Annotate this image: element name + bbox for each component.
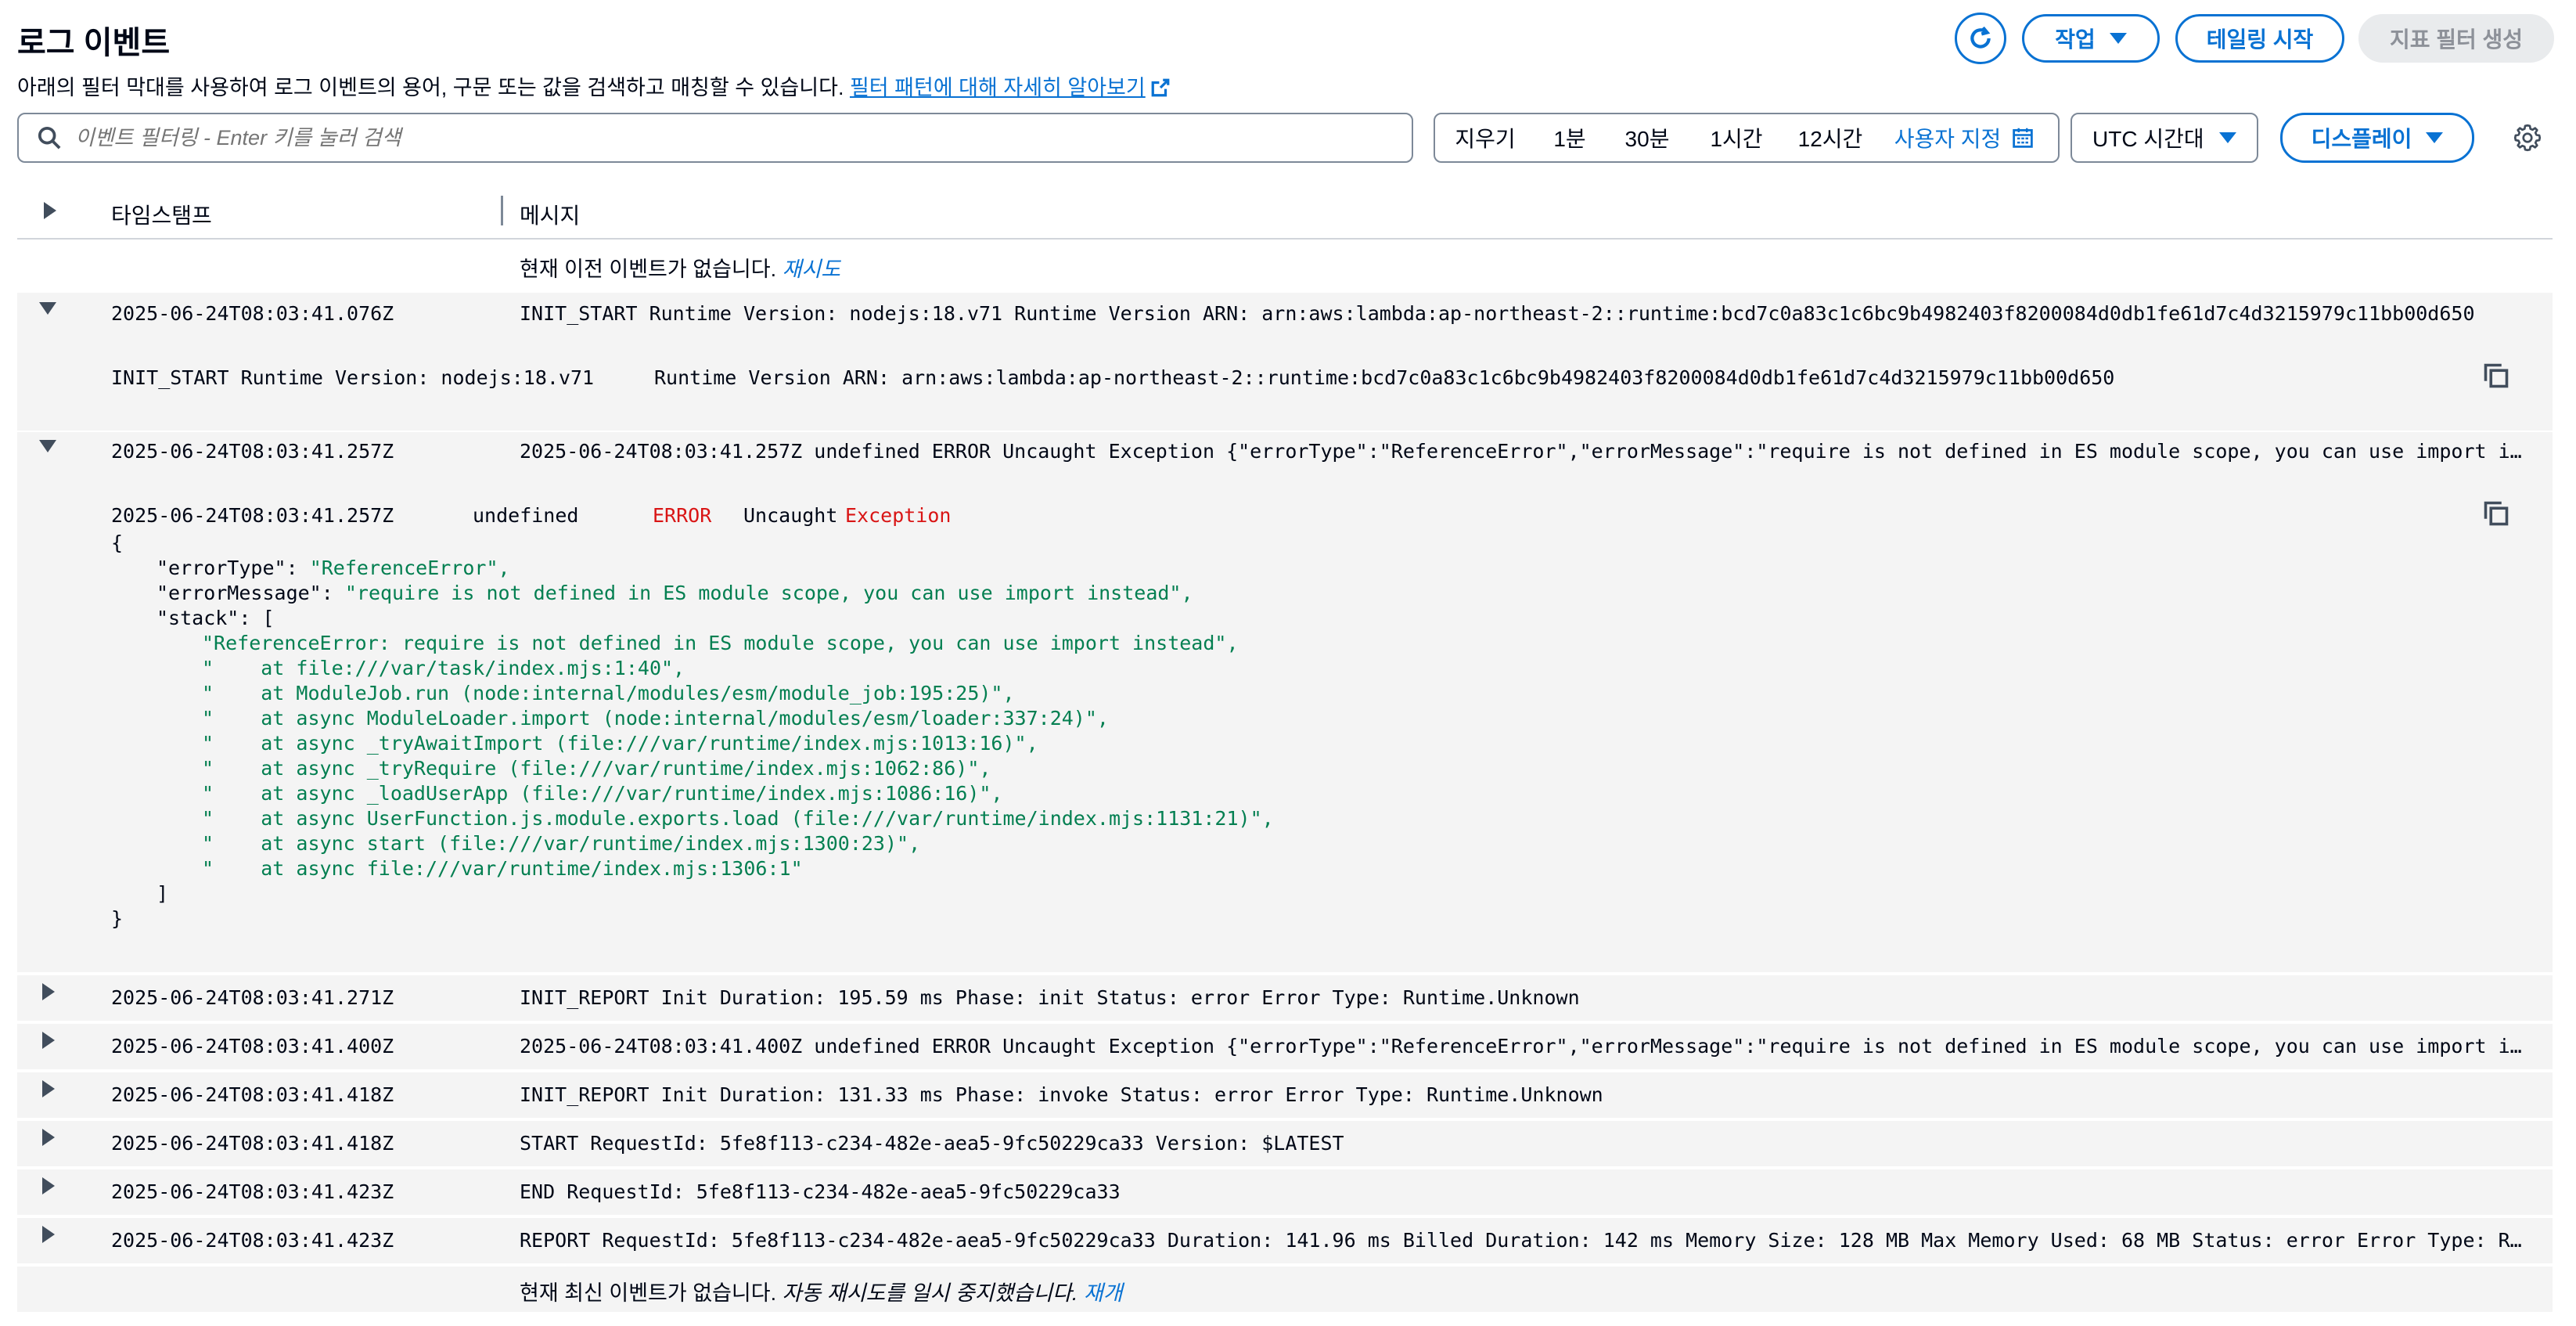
create-metric-filter-button[interactable]: 지표 필터 생성: [2358, 14, 2554, 63]
expand-icon[interactable]: [42, 1129, 55, 1146]
stack-line: " at async file:///var/runtime/index.mjs…: [202, 857, 803, 880]
description-text: 아래의 필터 막대를 사용하여 로그 이벤트의 용어, 구문 또는 값을 검색하…: [17, 76, 844, 99]
stack-line: " at ModuleJob.run (node:internal/module…: [202, 682, 1015, 704]
search-field[interactable]: [17, 113, 1413, 163]
no-older-events-notice: 현재 이전 이벤트가 없습니다. 재시도: [520, 258, 841, 281]
detail-field: Runtime Version ARN: arn:aws:lambda:ap-n…: [654, 366, 2115, 389]
caret-down-icon: [2426, 132, 2444, 143]
table-row[interactable]: 2025-06-24T08:03:41.271Z INIT_REPORT Ini…: [17, 975, 2553, 1021]
page-description: 아래의 필터 막대를 사용하여 로그 이벤트의 용어, 구문 또는 값을 검색하…: [17, 70, 1171, 101]
table-row[interactable]: 2025-06-24T08:03:41.400Z 2025-06-24T08:0…: [17, 1024, 2553, 1069]
detail-exception: Exception: [845, 504, 952, 527]
learn-more-link[interactable]: 필터 패턴에 대해 자세히 알아보기: [850, 76, 1171, 99]
search-input[interactable]: [75, 125, 1327, 150]
stack-line: " at file:///var/task/index.mjs:1:40",: [202, 657, 685, 679]
caret-down-icon: [2219, 132, 2236, 143]
retry-link[interactable]: 재시도: [783, 258, 841, 281]
detail-level: ERROR: [653, 504, 712, 527]
column-resize-handle[interactable]: [501, 196, 503, 225]
time-option-12h[interactable]: 12시간: [1783, 114, 1878, 161]
stack-line: "ReferenceError: require is not defined …: [202, 632, 1239, 654]
detail-field: INIT_START Runtime Version: nodejs:18.v7…: [111, 366, 595, 389]
detail-request-id: undefined: [473, 504, 579, 527]
gear-icon[interactable]: [2513, 124, 2542, 152]
detail-timestamp: 2025-06-24T08:03:41.257Z: [111, 504, 394, 527]
table-row[interactable]: 2025-06-24T08:03:41.418Z START RequestId…: [17, 1121, 2553, 1166]
table-row[interactable]: 2025-06-24T08:03:41.076Z INIT_START Runt…: [17, 293, 2553, 431]
time-option-1m[interactable]: 1분: [1535, 114, 1604, 161]
detail-uncaught: Uncaught: [743, 504, 838, 527]
caret-down-icon: [2109, 33, 2127, 44]
stack-line: " at async _tryAwaitImport (file:///var/…: [202, 732, 1038, 755]
stack-line: " at async ModuleLoader.import (node:int…: [202, 707, 1109, 730]
timezone-select[interactable]: UTC 시간대: [2071, 113, 2258, 163]
column-header-timestamp[interactable]: 타임스탬프: [111, 199, 212, 230]
stack-line: " at async UserFunction.js.module.export…: [202, 807, 1274, 830]
time-option-clear[interactable]: 지우기: [1435, 114, 1535, 161]
table-row[interactable]: 2025-06-24T08:03:41.418Z INIT_REPORT Ini…: [17, 1072, 2553, 1118]
copy-icon[interactable]: [2482, 362, 2510, 390]
copy-icon[interactable]: [2482, 499, 2510, 528]
time-option-30m[interactable]: 30분: [1604, 114, 1690, 161]
time-option-custom[interactable]: 사용자 지정: [1878, 114, 2050, 161]
table-row[interactable]: 2025-06-24T08:03:41.257Z 2025-06-24T08:0…: [17, 432, 2553, 972]
start-tailing-button[interactable]: 테일링 시작: [2175, 14, 2344, 63]
page-title: 로그 이벤트: [17, 26, 171, 60]
expand-all-icon[interactable]: [44, 202, 56, 219]
resume-link[interactable]: 재개: [1084, 1281, 1123, 1305]
collapse-icon[interactable]: [39, 302, 56, 315]
no-newer-events-notice: 현재 최신 이벤트가 없습니다. 자동 재시도를 일시 중지했습니다. 재개: [520, 1281, 1123, 1305]
expand-icon[interactable]: [42, 1032, 55, 1049]
expand-icon[interactable]: [42, 1080, 55, 1097]
expand-icon[interactable]: [42, 1177, 55, 1194]
expand-icon[interactable]: [42, 1226, 55, 1243]
table-row[interactable]: 2025-06-24T08:03:41.423Z REPORT RequestI…: [17, 1218, 2553, 1263]
stack-line: " at async _tryRequire (file:///var/runt…: [202, 757, 991, 780]
external-link-icon: [1151, 78, 1170, 97]
actions-button[interactable]: 작업: [2022, 14, 2160, 63]
refresh-icon: [1970, 26, 1991, 49]
no-newer-events-row: 현재 최신 이벤트가 없습니다. 자동 재시도를 일시 중지했습니다. 재개: [17, 1267, 2553, 1312]
table-row[interactable]: 2025-06-24T08:03:41.423Z END RequestId: …: [17, 1169, 2553, 1215]
column-header-message[interactable]: 메시지: [520, 199, 580, 230]
expand-icon[interactable]: [42, 983, 55, 1000]
display-button[interactable]: 디스플레이: [2280, 113, 2474, 163]
stack-line: " at async _loadUserApp (file:///var/run…: [202, 782, 1003, 805]
time-range-selector: 지우기 1분 30분 1시간 12시간 사용자 지정: [1434, 113, 2060, 163]
refresh-button[interactable]: [1955, 13, 2006, 64]
time-option-1h[interactable]: 1시간: [1690, 114, 1783, 161]
table-header: 타임스탬프 메시지: [17, 193, 2553, 240]
calendar-icon: [2013, 128, 2034, 148]
stack-line: " at async start (file:///var/runtime/in…: [202, 832, 921, 855]
search-icon: [38, 126, 61, 150]
collapse-icon[interactable]: [39, 440, 56, 452]
